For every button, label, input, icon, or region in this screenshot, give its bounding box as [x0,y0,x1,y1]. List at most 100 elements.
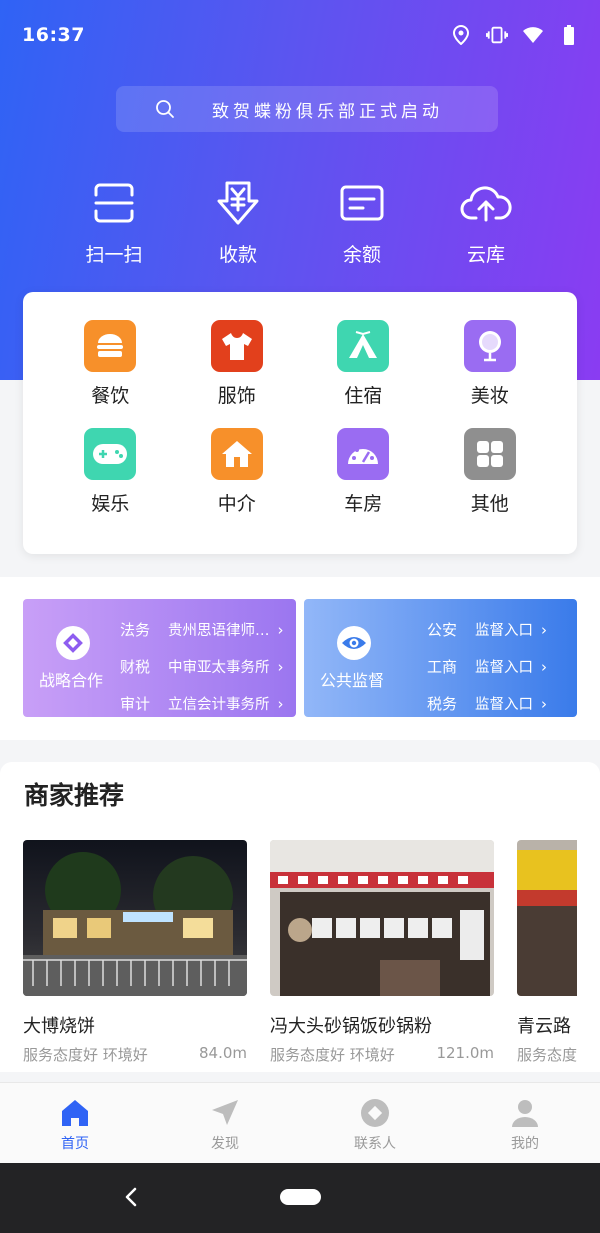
coop-row[interactable]: 法务 贵州思语律师… › [120,611,284,648]
supervision-row-key: 公安 [427,621,458,639]
shop-distance: 121.0m [436,1044,494,1062]
supervision-row[interactable]: 工商 监督入口 › [427,648,547,685]
category-lodging[interactable]: 住宿 [300,320,427,408]
burger-icon [84,320,137,372]
category-other[interactable]: 其他 [427,428,554,516]
supervision-row-value: 监督入口 [475,697,533,713]
battery-icon [558,24,580,46]
quick-balance-button[interactable]: 余额 [300,178,424,267]
coop-row[interactable]: 财税 中审亚太事务所 › [120,648,284,685]
coop-row-value: 立信会计事务所 [168,697,270,713]
tab-label: 联系人 [354,1136,396,1152]
category-beauty[interactable]: 美妆 [427,320,554,408]
category-label: 车房 [344,493,383,515]
tab-mine[interactable]: 我的 [450,1083,600,1163]
shop-photo [270,840,494,996]
home-icon [59,1097,91,1129]
supervision-row-value: 监督入口 [475,623,533,639]
chevron-right-icon: › [541,694,547,713]
diamond-icon [56,626,90,660]
system-nav-bar [0,1163,600,1233]
public-supervision-panel[interactable]: 公共监督 公安 监督入口 › 工商 监督入口 › 税务 监督入口 › [304,599,577,717]
section-title: 商家推荐 [24,781,125,810]
category-clothing[interactable]: 服饰 [174,320,301,408]
house-icon [210,428,263,480]
shop-name: 大博烧饼 [23,1016,95,1037]
coop-row[interactable]: 审计 立信会计事务所 › [120,685,284,722]
category-dining[interactable]: 餐饮 [47,320,174,408]
cloud-upload-icon [458,178,514,228]
quick-cloud-button[interactable]: 云库 [424,178,548,267]
bottom-tab-bar: 首页 发现 联系人 我的 [0,1082,600,1163]
quick-scan-button[interactable]: 扫一扫 [52,178,176,267]
shop-name: 青云路 [517,1016,571,1037]
status-time: 16:37 [22,24,85,46]
supervision-row[interactable]: 税务 监督入口 › [427,685,547,722]
home-pill-button[interactable] [280,1189,321,1205]
quick-scan-label: 扫一扫 [85,244,143,266]
category-label: 住宿 [344,385,383,407]
shop-name: 冯大头砂锅饭砂锅粉 [270,1016,432,1037]
search-bar[interactable]: 致贺蝶粉俱乐部正式启动 [116,86,498,132]
gamepad-icon [84,428,137,480]
quick-cloud-label: 云库 [466,244,505,266]
contacts-icon [359,1097,391,1129]
shirt-icon [210,320,263,372]
coop-row-value: 贵州思语律师… [168,623,270,639]
coop-row-key: 法务 [120,621,151,639]
quick-actions: 扫一扫 收款 余额 云库 [52,178,548,267]
shop-tags: 服务态度好 环境好 [270,1046,395,1064]
category-agency[interactable]: 中介 [174,428,301,516]
supervision-row[interactable]: 公安 监督入口 › [427,611,547,648]
quick-receive-button[interactable]: 收款 [176,178,300,267]
search-icon [154,98,176,120]
user-icon [509,1097,541,1129]
category-card: 餐饮 服饰 住宿 美妆 娱乐 中介 车房 其他 [23,292,577,554]
shop-tags: 服务态度好 环境好 [23,1046,148,1064]
grid-icon [463,428,516,480]
dashboard-icon [337,428,390,480]
location-icon [450,24,472,46]
category-label: 服饰 [217,385,256,407]
wifi-icon [522,24,544,46]
back-icon[interactable] [118,1183,144,1211]
tab-discover[interactable]: 发现 [150,1083,300,1163]
coop-row-value: 中审亚太事务所 [168,660,270,676]
eye-icon [337,626,371,660]
shop-distance: 84.0m [198,1044,247,1062]
coop-row-key: 审计 [120,695,151,713]
wallet-card-icon [334,178,390,228]
supervision-row-value: 监督入口 [475,660,533,676]
category-car-house[interactable]: 车房 [300,428,427,516]
strategic-cooperation-panel[interactable]: 战略合作 法务 贵州思语律师… › 财税 中审亚太事务所 › 审计 立信会计事务… [23,599,296,717]
category-label: 娱乐 [91,493,130,515]
shop-photo [23,840,247,996]
chevron-right-icon: › [277,657,284,676]
category-label: 其他 [470,493,509,515]
shop-card[interactable]: 大博烧饼 服务态度好 环境好 84.0m [23,840,247,1065]
strategic-cooperation-title: 战略合作 [39,671,104,690]
shop-photo [517,840,577,996]
chevron-right-icon: › [277,694,284,713]
cooperation-section: 战略合作 法务 贵州思语律师… › 财税 中审亚太事务所 › 审计 立信会计事务… [0,577,600,740]
chevron-right-icon: › [277,620,284,639]
category-label: 餐饮 [91,385,130,407]
quick-receive-label: 收款 [218,244,257,266]
shop-carousel[interactable]: 大博烧饼 服务态度好 环境好 84.0m 冯大头砂锅饭砂锅粉 服务态度好 环境好… [23,840,577,1070]
tab-home[interactable]: 首页 [0,1083,150,1163]
coop-row-key: 财税 [120,658,151,676]
mirror-icon [463,320,516,372]
tab-label: 发现 [211,1136,239,1152]
tab-contacts[interactable]: 联系人 [300,1083,450,1163]
public-supervision-title: 公共监督 [320,671,385,690]
tent-icon [337,320,390,372]
navigate-icon [209,1097,241,1129]
merchant-recommend-section: 商家推荐 大博烧饼 服务态度好 环境好 84.0m 冯大头砂锅饭砂锅粉 服务态度… [0,762,600,1072]
category-entertainment[interactable]: 娱乐 [47,428,174,516]
chevron-right-icon: › [541,620,547,639]
category-label: 中介 [217,493,256,515]
shop-card[interactable]: 冯大头砂锅饭砂锅粉 服务态度好 环境好 121.0m [270,840,494,1065]
quick-balance-label: 余额 [342,244,381,266]
supervision-row-key: 税务 [427,695,458,713]
shop-card[interactable]: 青云路 服务态度 [517,840,577,1065]
